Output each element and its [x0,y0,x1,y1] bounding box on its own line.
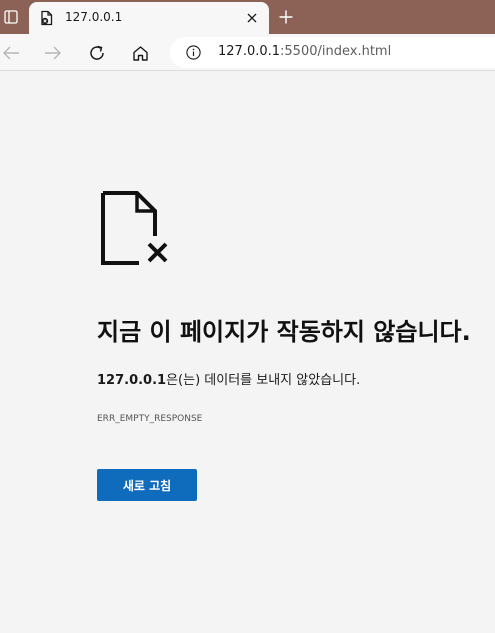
error-description-text: 은(는) 데이터를 보내지 않았습니다. [166,373,361,388]
url-path: :5500/index.html [280,44,392,59]
refresh-icon [90,45,104,60]
forward-button[interactable] [40,40,66,66]
refresh-button[interactable] [84,40,110,66]
home-button[interactable] [127,40,153,66]
error-page-icon [39,10,55,26]
url-text[interactable]: 127.0.0.1:5500/index.html [218,44,391,59]
arrow-left-icon [3,46,19,60]
address-bar[interactable]: 127.0.0.1:5500/index.html [170,37,495,68]
tab-strip: 127.0.0.1 [0,0,495,34]
arrow-right-icon [45,46,61,60]
tab-title: 127.0.0.1 [65,10,123,24]
error-description: 127.0.0.1은(는) 데이터를 보내지 않았습니다. [97,369,360,388]
back-button[interactable] [0,40,24,66]
home-icon [132,45,148,61]
browser-toolbar: 127.0.0.1:5500/index.html [0,34,495,71]
info-icon[interactable] [186,45,201,60]
close-icon[interactable] [243,9,261,27]
plus-icon [279,10,293,24]
tab-actions-icon[interactable] [0,6,22,28]
reload-button[interactable]: 새로 고침 [97,469,197,501]
new-tab-button[interactable] [276,7,296,27]
active-tab[interactable]: 127.0.0.1 [29,2,269,34]
broken-file-icon [97,189,173,269]
error-code: ERR_EMPTY_RESPONSE [97,414,203,424]
error-host: 127.0.0.1 [97,373,167,388]
error-title: 지금 이 페이지가 작동하지 않습니다. [97,318,471,346]
url-host: 127.0.0.1 [218,44,281,59]
error-page: 지금 이 페이지가 작동하지 않습니다. 127.0.0.1은(는) 데이터를 … [0,72,495,633]
